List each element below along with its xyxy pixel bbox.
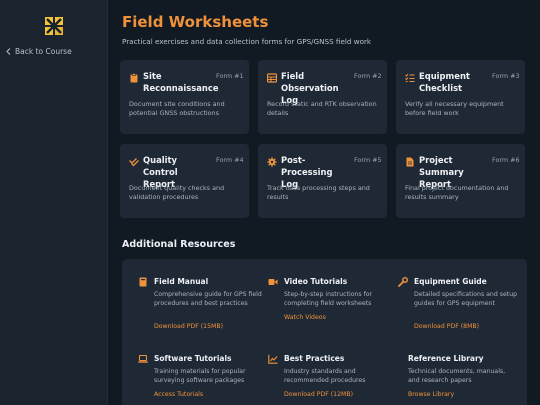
download-field-manual-link[interactable]: Download PDF (15MB) [154, 323, 223, 330]
video-icon [268, 279, 278, 285]
worksheet-card-site-reconnaissance[interactable]: Site Reconnaissance Form #1 Document sit… [120, 60, 249, 134]
download-best-practices-link[interactable]: Download PDF (12MB) [284, 391, 353, 398]
main-content: Field Worksheets Practical exercises and… [108, 0, 540, 405]
clipboard-icon [130, 73, 138, 83]
worksheet-description: Final project documentation and results … [405, 184, 509, 201]
page-subtitle: Practical exercises and data collection … [122, 37, 372, 46]
resource-description: Comprehensive guide for GPS field proced… [154, 291, 262, 307]
book-icon [139, 277, 147, 287]
browse-library-link[interactable]: Browse Library [408, 391, 454, 398]
resource-description: Training materials for popular surveying… [154, 368, 246, 384]
wrench-icon [398, 277, 408, 287]
worksheet-description: Document quality checks and validation p… [129, 184, 225, 201]
additional-resources-heading: Additional Resources [122, 239, 236, 250]
chevron-left-icon [6, 48, 11, 55]
watch-videos-link[interactable]: Watch Videos [284, 314, 326, 321]
worksheet-card-post-processing-log[interactable]: Post-Processing Log Form #5 Track data p… [258, 144, 387, 218]
resource-title: Best Practices [284, 354, 345, 363]
sidebar: Back to Course [0, 0, 108, 405]
back-to-course-link[interactable]: Back to Course [6, 47, 72, 56]
check-double-icon [129, 158, 139, 167]
page-title: Field Worksheets [122, 13, 269, 31]
chart-line-icon [268, 354, 278, 364]
resource-description: Detailed specifications and setup guides… [414, 291, 518, 307]
resources-panel: Field Manual Comprehensive guide for GPS… [122, 259, 527, 405]
worksheet-card-field-observation-log[interactable]: Field Observation Log Form #2 Record sta… [258, 60, 387, 134]
gear-icon [267, 157, 277, 167]
worksheet-description: Record static and RTK observation detail… [267, 100, 377, 117]
resource-title: Reference Library [408, 354, 484, 363]
resource-title: Field Manual [154, 277, 209, 286]
back-label: Back to Course [15, 47, 72, 56]
worksheet-title: Site Reconnaissance [143, 71, 219, 93]
resource-title: Video Tutorials [284, 277, 348, 286]
worksheet-description: Document site conditions and potential G… [129, 100, 225, 117]
access-tutorials-link[interactable]: Access Tutorials [154, 391, 203, 398]
checklist-icon [405, 73, 415, 83]
worksheet-description: Track data processing steps and results [267, 184, 370, 201]
form-number: Form #4 [216, 156, 244, 164]
laptop-icon [138, 354, 148, 363]
resource-title: Software Tutorials [154, 354, 232, 363]
resource-description: Step-by-step instructions for completing… [284, 291, 373, 307]
resource-description: Technical documents, manuals, and resear… [408, 368, 506, 384]
resource-description: Industry standards and recommended proce… [284, 368, 366, 384]
document-icon [406, 157, 414, 167]
worksheet-card-project-summary-report[interactable]: Project Summary Report Form #6 Final pro… [396, 144, 525, 218]
worksheet-title: Equipment Checklist [419, 71, 470, 93]
worksheet-card-quality-control-report[interactable]: Quality Control Report Form #4 Document … [120, 144, 249, 218]
worksheet-card-equipment-checklist[interactable]: Equipment Checklist Form #3 Verify all n… [396, 60, 525, 134]
form-number: Form #3 [492, 72, 520, 80]
form-number: Form #5 [354, 156, 382, 164]
table-icon [267, 73, 277, 83]
resource-title: Equipment Guide [414, 277, 487, 286]
form-number: Form #6 [492, 156, 520, 164]
worksheet-description: Verify all necessary equipment before fi… [405, 100, 504, 117]
download-equipment-guide-link[interactable]: Download PDF (8MB) [414, 323, 479, 330]
form-number: Form #2 [354, 72, 382, 80]
form-number: Form #1 [216, 72, 244, 80]
logo-icon [44, 16, 64, 36]
